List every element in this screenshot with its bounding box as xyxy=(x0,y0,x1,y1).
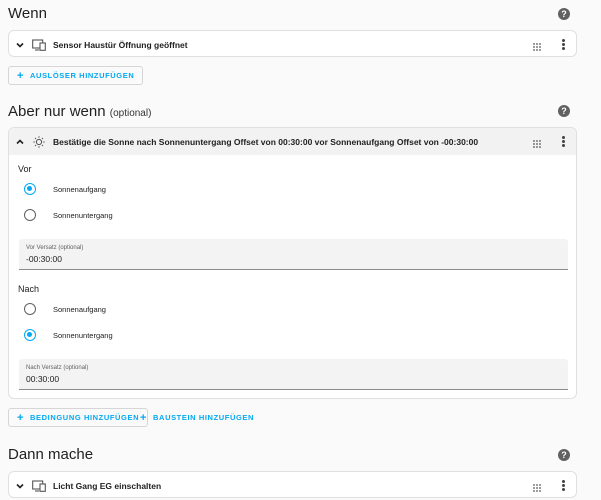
action-label: Licht Gang EG einschalten xyxy=(53,480,162,491)
help-icon[interactable]: ? xyxy=(558,449,570,461)
aber-title: Aber nur wenn (optional) xyxy=(8,103,151,120)
chevron-up-icon[interactable] xyxy=(9,137,31,147)
after-label: Nach xyxy=(18,284,40,294)
radio-label: Sonnenaufgang xyxy=(53,184,106,194)
device-icon xyxy=(31,479,47,493)
condition-card: Bestätige die Sonne nach Sonnenuntergang… xyxy=(8,127,577,399)
help-icon[interactable]: ? xyxy=(558,8,570,20)
radio-label: Sonnenaufgang xyxy=(53,304,106,314)
plus-icon: + xyxy=(17,411,25,424)
add-trigger-button[interactable]: + AUSLÖSER HINZUFÜGEN xyxy=(8,66,144,85)
plus-icon: + xyxy=(140,411,148,424)
before-radio-sunrise[interactable]: Sonnenaufgang xyxy=(24,183,106,195)
after-offset-label: Nach Versatz (optional) xyxy=(26,365,89,371)
more-menu-icon[interactable] xyxy=(561,39,565,50)
before-offset-field[interactable]: Vor Versatz (optional) -00:30:00 xyxy=(19,239,568,270)
dann-title: Dann mache xyxy=(8,446,94,463)
radio-unselected[interactable] xyxy=(24,303,36,315)
more-menu-icon[interactable] xyxy=(561,136,565,147)
before-offset-value[interactable]: -00:30:00 xyxy=(26,254,62,264)
add-condition-label: BEDINGUNG HINZUFÜGEN xyxy=(30,413,140,422)
add-trigger-label: AUSLÖSER HINZUFÜGEN xyxy=(30,71,135,80)
after-radio-sunset[interactable]: Sonnenuntergang xyxy=(24,329,113,341)
action-header[interactable]: Licht Gang EG einschalten xyxy=(9,472,576,499)
device-icon xyxy=(31,38,47,52)
drag-handle-icon[interactable] xyxy=(532,39,542,51)
after-radio-sunrise[interactable]: Sonnenaufgang xyxy=(24,303,106,315)
radio-selected[interactable] xyxy=(24,183,36,195)
trigger-header[interactable]: Sensor Haustür Öffnung geöffnet xyxy=(9,31,576,58)
radio-selected[interactable] xyxy=(24,329,36,341)
aber-optional: (optional) xyxy=(109,108,152,119)
add-block-label: BAUSTEIN HINZUFÜGEN xyxy=(153,413,255,422)
help-icon[interactable]: ? xyxy=(558,105,570,117)
add-block-button[interactable]: + BAUSTEIN HINZUFÜGEN xyxy=(132,408,262,427)
wenn-title: Wenn xyxy=(8,5,47,22)
radio-label: Sonnenuntergang xyxy=(53,330,113,340)
radio-label: Sonnenuntergang xyxy=(53,210,113,220)
before-offset-label: Vor Versatz (optional) xyxy=(26,245,84,251)
condition-label: Bestätige die Sonne nach Sonnenuntergang… xyxy=(53,136,479,147)
after-offset-field[interactable]: Nach Versatz (optional) 00:30:00 xyxy=(19,359,568,390)
action-card[interactable]: Licht Gang EG einschalten xyxy=(8,471,577,498)
after-offset-value[interactable]: 00:30:00 xyxy=(26,374,59,384)
plus-icon: + xyxy=(17,69,25,82)
trigger-card[interactable]: Sensor Haustür Öffnung geöffnet xyxy=(8,30,577,57)
drag-handle-icon[interactable] xyxy=(532,480,542,492)
add-condition-button[interactable]: + BEDINGUNG HINZUFÜGEN xyxy=(8,408,149,427)
chevron-down-icon[interactable] xyxy=(9,481,31,491)
chevron-down-icon[interactable] xyxy=(9,40,31,50)
radio-unselected[interactable] xyxy=(24,209,36,221)
sun-icon xyxy=(31,135,47,149)
drag-handle-icon[interactable] xyxy=(532,136,542,148)
before-label: Vor xyxy=(18,164,32,174)
more-menu-icon[interactable] xyxy=(561,480,565,491)
aber-title-text: Aber nur wenn xyxy=(8,103,106,120)
before-radio-sunset[interactable]: Sonnenuntergang xyxy=(24,209,113,221)
trigger-label: Sensor Haustür Öffnung geöffnet xyxy=(53,39,188,50)
condition-header[interactable]: Bestätige die Sonne nach Sonnenuntergang… xyxy=(9,128,576,155)
